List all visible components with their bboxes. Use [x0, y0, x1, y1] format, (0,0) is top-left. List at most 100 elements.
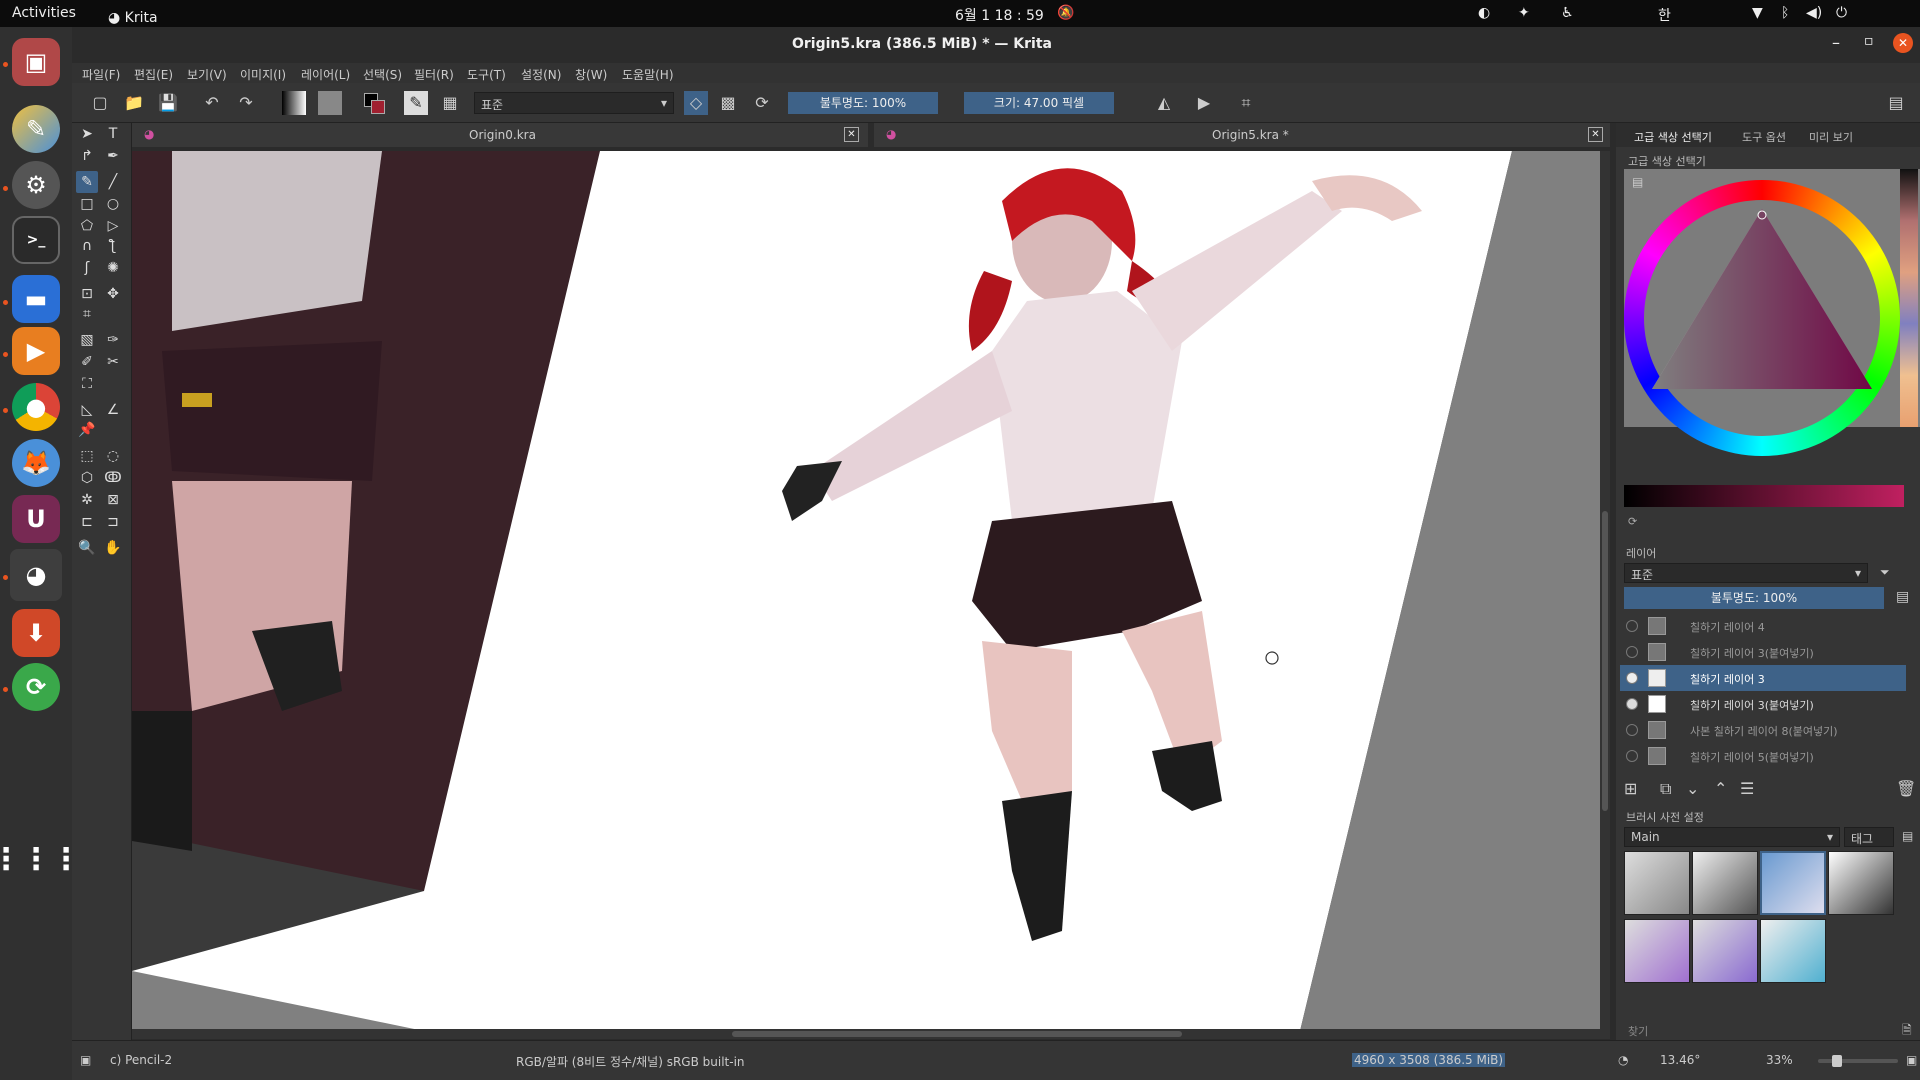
filter-icon[interactable]: ⏷	[1880, 565, 1890, 580]
freehand-path-tool-icon[interactable]: ƪ	[102, 235, 124, 257]
pan-tool-icon[interactable]: ✋	[102, 537, 124, 559]
mirror-vertical-icon[interactable]: ▶	[1192, 91, 1216, 115]
freehand-brush-tool-icon[interactable]: ✎	[76, 171, 98, 193]
fg-bg-color-selector[interactable]	[362, 91, 386, 115]
close-button[interactable]: ✕	[1893, 33, 1913, 53]
menu-layer[interactable]: 레이어(L)	[301, 66, 350, 83]
calligraphy-tool-icon[interactable]: ✒	[102, 145, 124, 167]
layer-row[interactable]: 사본 칠하기 레이어 8(붙여넣기)	[1620, 717, 1906, 743]
redo-icon[interactable]: ↷	[234, 91, 258, 115]
screenshot-app-icon[interactable]: ▣	[12, 38, 60, 86]
power-icon[interactable]: ⏻	[1836, 5, 1847, 21]
size-slider[interactable]: 크기: 47.00 픽셀	[964, 92, 1114, 114]
duplicate-layer-icon[interactable]: ⧉	[1660, 779, 1671, 799]
firefox-app-icon[interactable]: 🦊	[12, 439, 60, 487]
move-down-icon[interactable]: ⌄	[1686, 779, 1699, 798]
move-tool-icon[interactable]: ✥	[102, 283, 124, 305]
menu-window[interactable]: 창(W)	[575, 66, 607, 83]
add-layer-icon[interactable]: ⊞	[1624, 779, 1637, 798]
document-tab-origin0[interactable]: ◕ Origin0.kra ✕	[132, 123, 868, 147]
save-icon[interactable]: 🗎	[1902, 1021, 1912, 1042]
layer-blend-combo[interactable]: 표준 ▾	[1624, 563, 1868, 583]
eraser-brush-preset[interactable]	[1624, 851, 1690, 915]
value-slider[interactable]	[1624, 485, 1904, 507]
layer-row[interactable]: 칠하기 레이어 5(붙여넣기)	[1620, 743, 1906, 769]
gradient-tool-icon[interactable]: ▧	[76, 329, 98, 351]
input-method-indicator[interactable]: 한	[1658, 5, 1671, 25]
reload-preset-icon[interactable]: ⟳	[750, 91, 774, 115]
rotation-icon[interactable]: ◔	[1618, 1053, 1628, 1067]
media-player-app-icon[interactable]: ▶	[12, 327, 60, 375]
minimize-button[interactable]: –	[1832, 33, 1840, 52]
clock[interactable]: 6월 1 18 : 59	[955, 5, 1044, 25]
canvas-view[interactable]	[132, 151, 1602, 1031]
preserve-alpha-icon[interactable]: ▩	[716, 91, 740, 115]
show-apps-icon[interactable]: ⋮⋮⋮	[0, 835, 81, 883]
tray-app-icon[interactable]: ◐	[1478, 5, 1490, 21]
transform-tool-icon[interactable]: ⊡	[76, 283, 98, 305]
layer-settings-icon[interactable]: ☰	[1740, 779, 1754, 798]
color-selector[interactable]: ▤	[1624, 169, 1920, 456]
wifi-icon[interactable]: ▼	[1752, 5, 1763, 21]
color-sampler-tool-icon[interactable]: ✑	[102, 329, 124, 351]
brush-search-input[interactable]: 찾기	[1628, 1023, 1648, 1039]
close-icon[interactable]: ✕	[844, 127, 859, 142]
brush-preset-icon[interactable]: ✎	[404, 91, 428, 115]
measure-tool-icon[interactable]: ∠	[102, 399, 124, 421]
visibility-icon[interactable]	[1626, 698, 1638, 710]
gradient-selector[interactable]	[282, 91, 306, 115]
smart-patch-tool-icon[interactable]: ✂	[102, 351, 124, 373]
crop-tool-icon[interactable]: ⌗	[76, 303, 98, 325]
wrap-around-icon[interactable]: ⌗	[1234, 91, 1258, 115]
close-icon[interactable]: ✕	[1588, 127, 1603, 142]
move-up-icon[interactable]: ⌃	[1714, 779, 1727, 798]
layer-properties-icon[interactable]: ▤	[1896, 589, 1909, 605]
polygon-select-tool-icon[interactable]: ⬡	[76, 467, 98, 489]
maximize-button[interactable]: ▫	[1864, 33, 1874, 49]
terminal-app-icon[interactable]: >_	[12, 216, 60, 264]
visibility-icon[interactable]	[1626, 750, 1638, 762]
tab-tool-options[interactable]: 도구 옵션	[1742, 129, 1786, 145]
workspace-icon[interactable]: ▦	[438, 91, 462, 115]
polyline-tool-icon[interactable]: ▷	[102, 215, 124, 237]
save-icon[interactable]: 💾	[156, 91, 180, 115]
layer-row[interactable]: 칠하기 레이어 3(붙여넣기)	[1620, 639, 1906, 665]
similar-select-tool-icon[interactable]: ⊠	[102, 489, 124, 511]
bezier-select-tool-icon[interactable]: ⊏	[76, 511, 98, 533]
assistant-tool-icon[interactable]: ◺	[76, 399, 98, 421]
mirror-horizontal-icon[interactable]: ◭	[1152, 91, 1176, 115]
horizontal-scrollbar[interactable]	[132, 1029, 1610, 1039]
vertical-scrollbar[interactable]	[1600, 151, 1610, 1029]
app-menu[interactable]: ◕ Krita	[108, 5, 158, 26]
brush-pen-preset[interactable]	[1828, 851, 1894, 915]
layer-row[interactable]: 칠하기 레이어 4	[1620, 613, 1906, 639]
undo-icon[interactable]: ↶	[200, 91, 224, 115]
brush-group-combo[interactable]: Main ▾	[1624, 827, 1840, 847]
menu-tools[interactable]: 도구(T)	[467, 66, 506, 83]
opacity-slider[interactable]: 불투명도: 100%	[788, 92, 938, 114]
menu-filter[interactable]: 필터(R)	[414, 66, 454, 83]
layer-row[interactable]: 칠하기 레이어 3	[1620, 665, 1906, 691]
freehand-select-tool-icon[interactable]: ↂ	[102, 467, 124, 489]
accessibility-icon[interactable]: ♿	[1561, 5, 1574, 21]
ellipse-tool-icon[interactable]: ○	[102, 193, 124, 215]
docker-toggle-icon[interactable]: ▤	[1884, 91, 1908, 115]
colorize-mask-tool-icon[interactable]: ✐	[76, 351, 98, 373]
delete-layer-icon[interactable]: 🗑	[1896, 779, 1916, 798]
bezier-tool-icon[interactable]: ∩	[76, 235, 98, 257]
tray-color-icon[interactable]: ✦	[1518, 5, 1530, 21]
layer-opacity-slider[interactable]: 불투명도: 100%	[1624, 587, 1884, 609]
ellipse-select-tool-icon[interactable]: ◌	[102, 445, 124, 467]
line-tool-icon[interactable]: ╱	[102, 171, 124, 193]
visibility-icon[interactable]	[1626, 646, 1638, 658]
ubuntu-software-icon[interactable]: U	[12, 495, 60, 543]
dynamic-brush-tool-icon[interactable]: ʃ	[76, 257, 98, 279]
bluetooth-icon[interactable]: ᛒ	[1781, 5, 1789, 21]
text-tool-icon[interactable]: T	[102, 123, 124, 145]
reference-tool-icon[interactable]: 📌	[76, 419, 98, 441]
rect-select-tool-icon[interactable]: ⬚	[76, 445, 98, 467]
menu-select[interactable]: 선택(S)	[363, 66, 402, 83]
visibility-icon[interactable]	[1626, 620, 1638, 632]
menu-settings[interactable]: 설정(N)	[521, 66, 561, 83]
open-document-icon[interactable]: 📁	[122, 91, 146, 115]
